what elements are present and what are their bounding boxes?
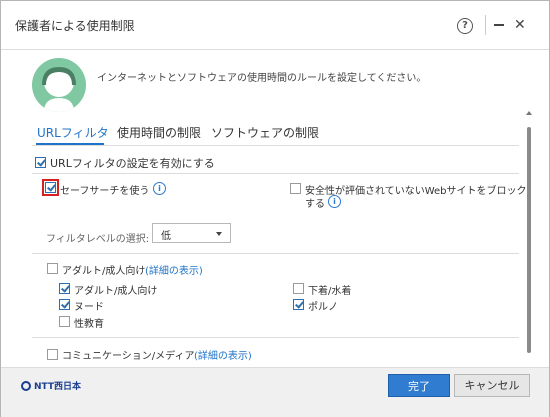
cancel-button[interactable]: キャンセル — [454, 374, 530, 397]
enable-url-filter-checkbox[interactable] — [35, 157, 46, 168]
logo-text: NTT西日本 — [34, 382, 82, 392]
help-icon[interactable]: ? — [457, 18, 473, 34]
filter-level-label: フィルタレベルの選択: — [46, 234, 150, 245]
minimize-icon[interactable] — [494, 24, 504, 26]
filter-level-value: 低 — [161, 231, 171, 242]
safe-search-info-icon[interactable]: i — [153, 182, 166, 195]
enable-url-filter-label: URLフィルタの設定を有効にする — [50, 157, 215, 170]
section-divider — [32, 253, 519, 254]
ntt-logo-icon — [21, 381, 31, 391]
adult-item-label: アダルト/成人向け — [74, 286, 158, 297]
filter-level-select[interactable]: 低 — [152, 223, 231, 243]
block-unrated-label-line2: する — [305, 199, 325, 210]
porn-item-checkbox[interactable] — [293, 299, 304, 310]
vertical-scrollbar[interactable] — [524, 109, 534, 367]
underwear-item-label: 下着/水着 — [308, 286, 352, 297]
adult-details-link[interactable]: (詳細の表示) — [145, 262, 203, 277]
block-unrated-checkbox[interactable] — [290, 183, 301, 194]
adult-item-checkbox[interactable] — [59, 283, 70, 294]
safe-search-checkbox[interactable] — [45, 182, 56, 193]
tab-url-filter[interactable]: URLフィルタ — [37, 124, 109, 141]
scrollbar-thumb[interactable] — [527, 127, 531, 353]
header-description: インターネットとソフトウェアの使用時間のルールを設定してください。 — [97, 73, 427, 84]
footer-bar: NTT西日本 完了 キャンセル — [1, 367, 549, 417]
section-divider — [32, 337, 519, 338]
ntt-logo: NTT西日本 — [21, 379, 81, 392]
tab-divider — [32, 145, 519, 146]
nude-item-label: ヌード — [74, 302, 104, 313]
close-icon[interactable]: ✕ — [514, 16, 526, 34]
block-unrated-info-icon[interactable]: i — [328, 195, 341, 208]
window-title: 保護者による使用制限 — [15, 19, 135, 33]
porn-item-label: ポルノ — [308, 302, 338, 313]
underwear-item-checkbox[interactable] — [293, 283, 304, 294]
adult-category-label: アダルト/成人向け — [62, 266, 146, 277]
tab-software-limit[interactable]: ソフトウェアの制限 — [211, 124, 319, 141]
scroll-up-icon[interactable] — [526, 111, 532, 115]
adult-category-checkbox[interactable] — [47, 263, 58, 274]
sex-ed-item-checkbox[interactable] — [59, 316, 70, 327]
tab-time-limit[interactable]: 使用時間の制限 — [117, 124, 201, 141]
chevron-down-icon — [216, 232, 222, 236]
user-avatar-icon — [32, 58, 86, 112]
parental-control-window: 保護者による使用制限 ? ✕ インターネットとソフトウェアの使用時間のルールを設… — [0, 0, 550, 417]
communication-details-link[interactable]: (詳細の表示) — [194, 347, 252, 362]
done-button[interactable]: 完了 — [388, 374, 450, 397]
block-unrated-label-line1: 安全性が評価されていないWebサイトをブロック — [305, 186, 527, 197]
safe-search-label: セーフサーチを使う — [60, 186, 150, 197]
titlebar-divider — [485, 15, 486, 35]
communication-category-checkbox[interactable] — [47, 349, 58, 360]
nude-item-checkbox[interactable] — [59, 299, 70, 310]
sex-ed-item-label: 性教育 — [74, 319, 104, 330]
section-divider — [32, 173, 519, 174]
communication-category-label: コミュニケーション/メディア — [62, 351, 195, 362]
title-bar: 保護者による使用制限 ? ✕ — [1, 1, 549, 50]
